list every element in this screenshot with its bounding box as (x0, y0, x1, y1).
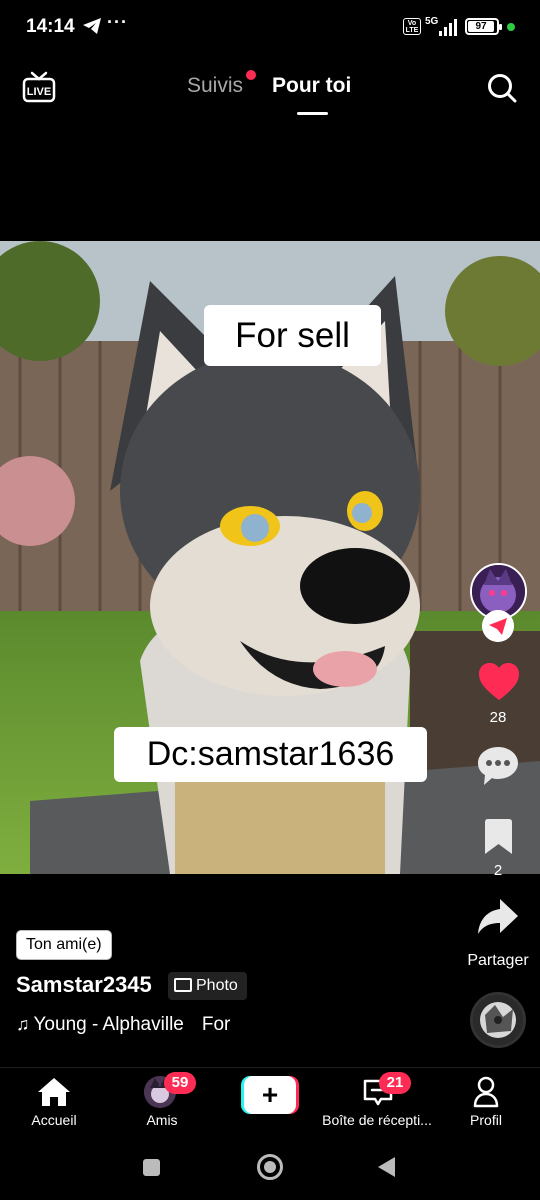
more-notifications-icon: ··· (107, 12, 128, 32)
image-icon (174, 978, 192, 992)
music-extra: For (201, 1014, 231, 1035)
feed-tabs: Suivis Pour toi (0, 70, 540, 114)
recents-button[interactable] (143, 1159, 160, 1176)
plus-icon: + (241, 1076, 299, 1114)
photo-type-label: Photo (196, 977, 238, 994)
photo-type-pill: Photo (168, 972, 247, 1000)
svg-text:+: + (262, 1079, 278, 1110)
bookmark-icon[interactable] (482, 818, 515, 856)
overlay-text-contact: Dc:samstar1636 (114, 727, 427, 782)
back-button[interactable] (378, 1157, 395, 1177)
signal-icon: 5G (425, 16, 459, 36)
nav-profile[interactable]: Profil (452, 1068, 520, 1138)
share-arrow-icon[interactable] (476, 897, 520, 937)
tab-for-you[interactable]: Pour toi (272, 74, 351, 98)
nav-home-label: Accueil (31, 1112, 77, 1128)
music-note-icon: ♫ (16, 1014, 30, 1034)
new-content-dot (246, 70, 257, 80)
overlay-text-for-sell: For sell (204, 305, 381, 366)
like-count: 28 (489, 709, 507, 726)
home-button[interactable] (257, 1154, 283, 1180)
nav-inbox[interactable]: 21 Boîte de récepti... (318, 1068, 436, 1138)
privacy-dot (507, 23, 515, 31)
system-nav-bar (0, 1137, 540, 1200)
like-heart-icon[interactable] (478, 662, 520, 702)
nav-inbox-label: Boîte de récepti... (322, 1112, 432, 1128)
nav-friends[interactable]: 59 Amis (128, 1068, 196, 1138)
music-title: Young - Alphaville (33, 1014, 184, 1035)
nav-friends-label: Amis (146, 1112, 178, 1128)
friends-badge: 59 (164, 1072, 196, 1094)
share-label[interactable]: Partager (456, 952, 540, 970)
post-username[interactable]: Samstar2345 (16, 972, 152, 998)
active-tab-indicator (297, 112, 328, 115)
tab-following[interactable]: Suivis (187, 70, 257, 98)
status-time: 14:14 (26, 16, 75, 37)
nav-profile-label: Profil (470, 1112, 502, 1128)
bottom-nav: Accueil 59 Amis + 21 Boîte de récepti... (0, 1067, 540, 1137)
battery-icon: 97 (465, 18, 502, 35)
send-icon[interactable] (482, 610, 514, 642)
status-bar: 14:14 ··· Vo LTE 5G 97 (0, 0, 540, 56)
tab-following-label: Suivis (187, 74, 244, 97)
friend-badge: Ton ami(e) (16, 930, 112, 960)
profile-icon (473, 1076, 499, 1108)
nav-home[interactable]: Accueil (20, 1068, 88, 1138)
telegram-icon (83, 18, 101, 34)
volte-icon: Vo LTE (403, 18, 421, 35)
music-ticker[interactable]: ♫ Young - Alphaville For (16, 1014, 230, 1036)
music-disc[interactable] (470, 992, 526, 1048)
home-icon (38, 1078, 70, 1106)
search-icon[interactable] (486, 72, 518, 104)
comment-icon[interactable] (476, 745, 520, 787)
bookmark-count: 2 (493, 862, 503, 879)
nav-create[interactable]: + (232, 1068, 308, 1138)
inbox-badge: 21 (379, 1072, 411, 1094)
